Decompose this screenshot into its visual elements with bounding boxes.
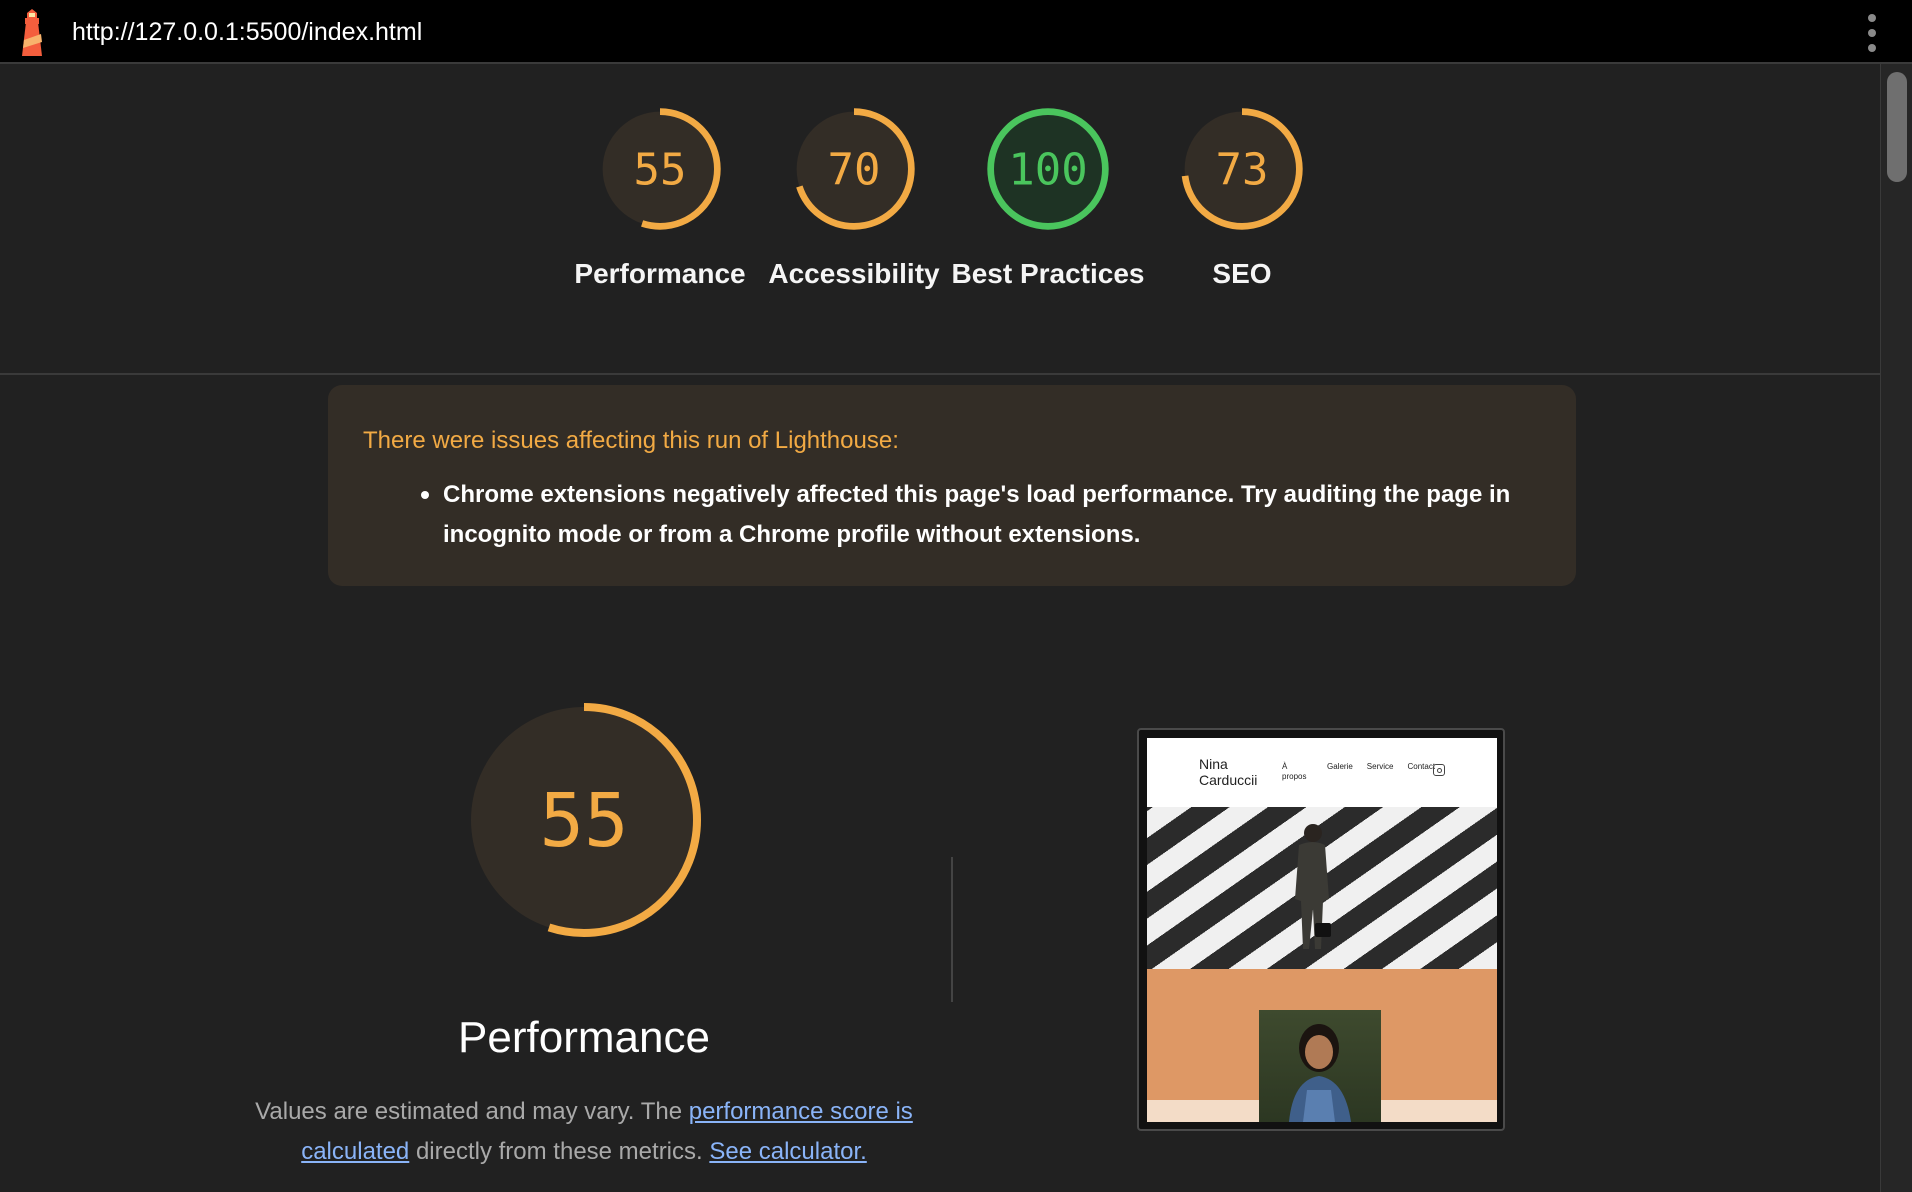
lighthouse-warning: There were issues affecting this run of … bbox=[328, 385, 1576, 586]
gauge-ring: 70 bbox=[793, 108, 915, 230]
bullet bbox=[421, 491, 429, 499]
gauge-accessibility[interactable]: 70 Accessibility bbox=[754, 104, 954, 294]
gauge-score: 55 bbox=[634, 144, 687, 195]
site-nav-service: Service bbox=[1366, 762, 1394, 771]
gauge-ring: 55 bbox=[599, 108, 721, 230]
gauge-label: Performance bbox=[574, 258, 746, 289]
gauge-label: Best Practices bbox=[951, 258, 1145, 289]
instagram-icon bbox=[1433, 764, 1445, 776]
site-name-line2: Carduccii bbox=[1199, 772, 1258, 788]
see-calculator-link[interactable]: See calculator. bbox=[709, 1138, 866, 1165]
lighthouse-icon bbox=[22, 9, 42, 56]
gauge-ring: 73 bbox=[1181, 108, 1303, 230]
site-name: Nina Carduccii bbox=[1199, 756, 1257, 788]
warning-list: Chrome extensions negatively affected th… bbox=[421, 475, 1553, 555]
warning-title: There were issues affecting this run of … bbox=[363, 427, 899, 454]
desc-middle: directly from these metrics. bbox=[409, 1138, 710, 1165]
gauge-performance[interactable]: 55 Performance bbox=[560, 104, 760, 294]
more-vert-icon[interactable] bbox=[1862, 14, 1882, 52]
section-divider bbox=[0, 373, 1880, 375]
site-nav-contact: Contact bbox=[1407, 762, 1436, 771]
scrollbar-thumb[interactable] bbox=[1887, 72, 1907, 182]
scrollbar[interactable] bbox=[1880, 64, 1912, 1192]
site-nav: Galerie Service Contact bbox=[1327, 762, 1435, 771]
gauge-score: 70 bbox=[828, 144, 881, 195]
gauge-score: 73 bbox=[1216, 144, 1269, 195]
gauge-label: SEO bbox=[1212, 258, 1272, 289]
site-nav-about: À propos bbox=[1282, 762, 1307, 781]
gauge-seo[interactable]: 73 SEO bbox=[1142, 104, 1342, 294]
site-name-line1: Nina bbox=[1199, 756, 1228, 772]
top-bar: http://127.0.0.1:5500/index.html bbox=[0, 0, 1912, 64]
gauge-best-practices[interactable]: 100 Best Practices bbox=[948, 104, 1148, 294]
site-nav-galerie: Galerie bbox=[1327, 762, 1353, 771]
performance-score-large: 55 bbox=[539, 778, 628, 864]
person-silhouette bbox=[1295, 824, 1331, 949]
site-header: Nina Carduccii À propos Galerie Service … bbox=[1147, 738, 1497, 807]
site-hero-image bbox=[1147, 807, 1497, 969]
site-portrait-image bbox=[1259, 1010, 1381, 1122]
screenshot-content: Nina Carduccii À propos Galerie Service … bbox=[1147, 738, 1497, 1122]
final-screenshot[interactable]: Nina Carduccii À propos Galerie Service … bbox=[1137, 728, 1505, 1131]
vertical-divider bbox=[951, 857, 953, 1002]
performance-gauge-large: 55 bbox=[434, 700, 734, 940]
gauge-label: Accessibility bbox=[768, 258, 940, 289]
gauge-ring: 100 bbox=[987, 108, 1109, 230]
performance-title: Performance bbox=[458, 1013, 710, 1062]
page-url: http://127.0.0.1:5500/index.html bbox=[72, 18, 423, 46]
gauge-score: 100 bbox=[1008, 144, 1087, 195]
performance-description: Values are estimated and may vary. The p… bbox=[240, 1092, 928, 1172]
desc-prefix: Values are estimated and may vary. The bbox=[255, 1098, 689, 1125]
warning-item: Chrome extensions negatively affected th… bbox=[443, 481, 1511, 548]
